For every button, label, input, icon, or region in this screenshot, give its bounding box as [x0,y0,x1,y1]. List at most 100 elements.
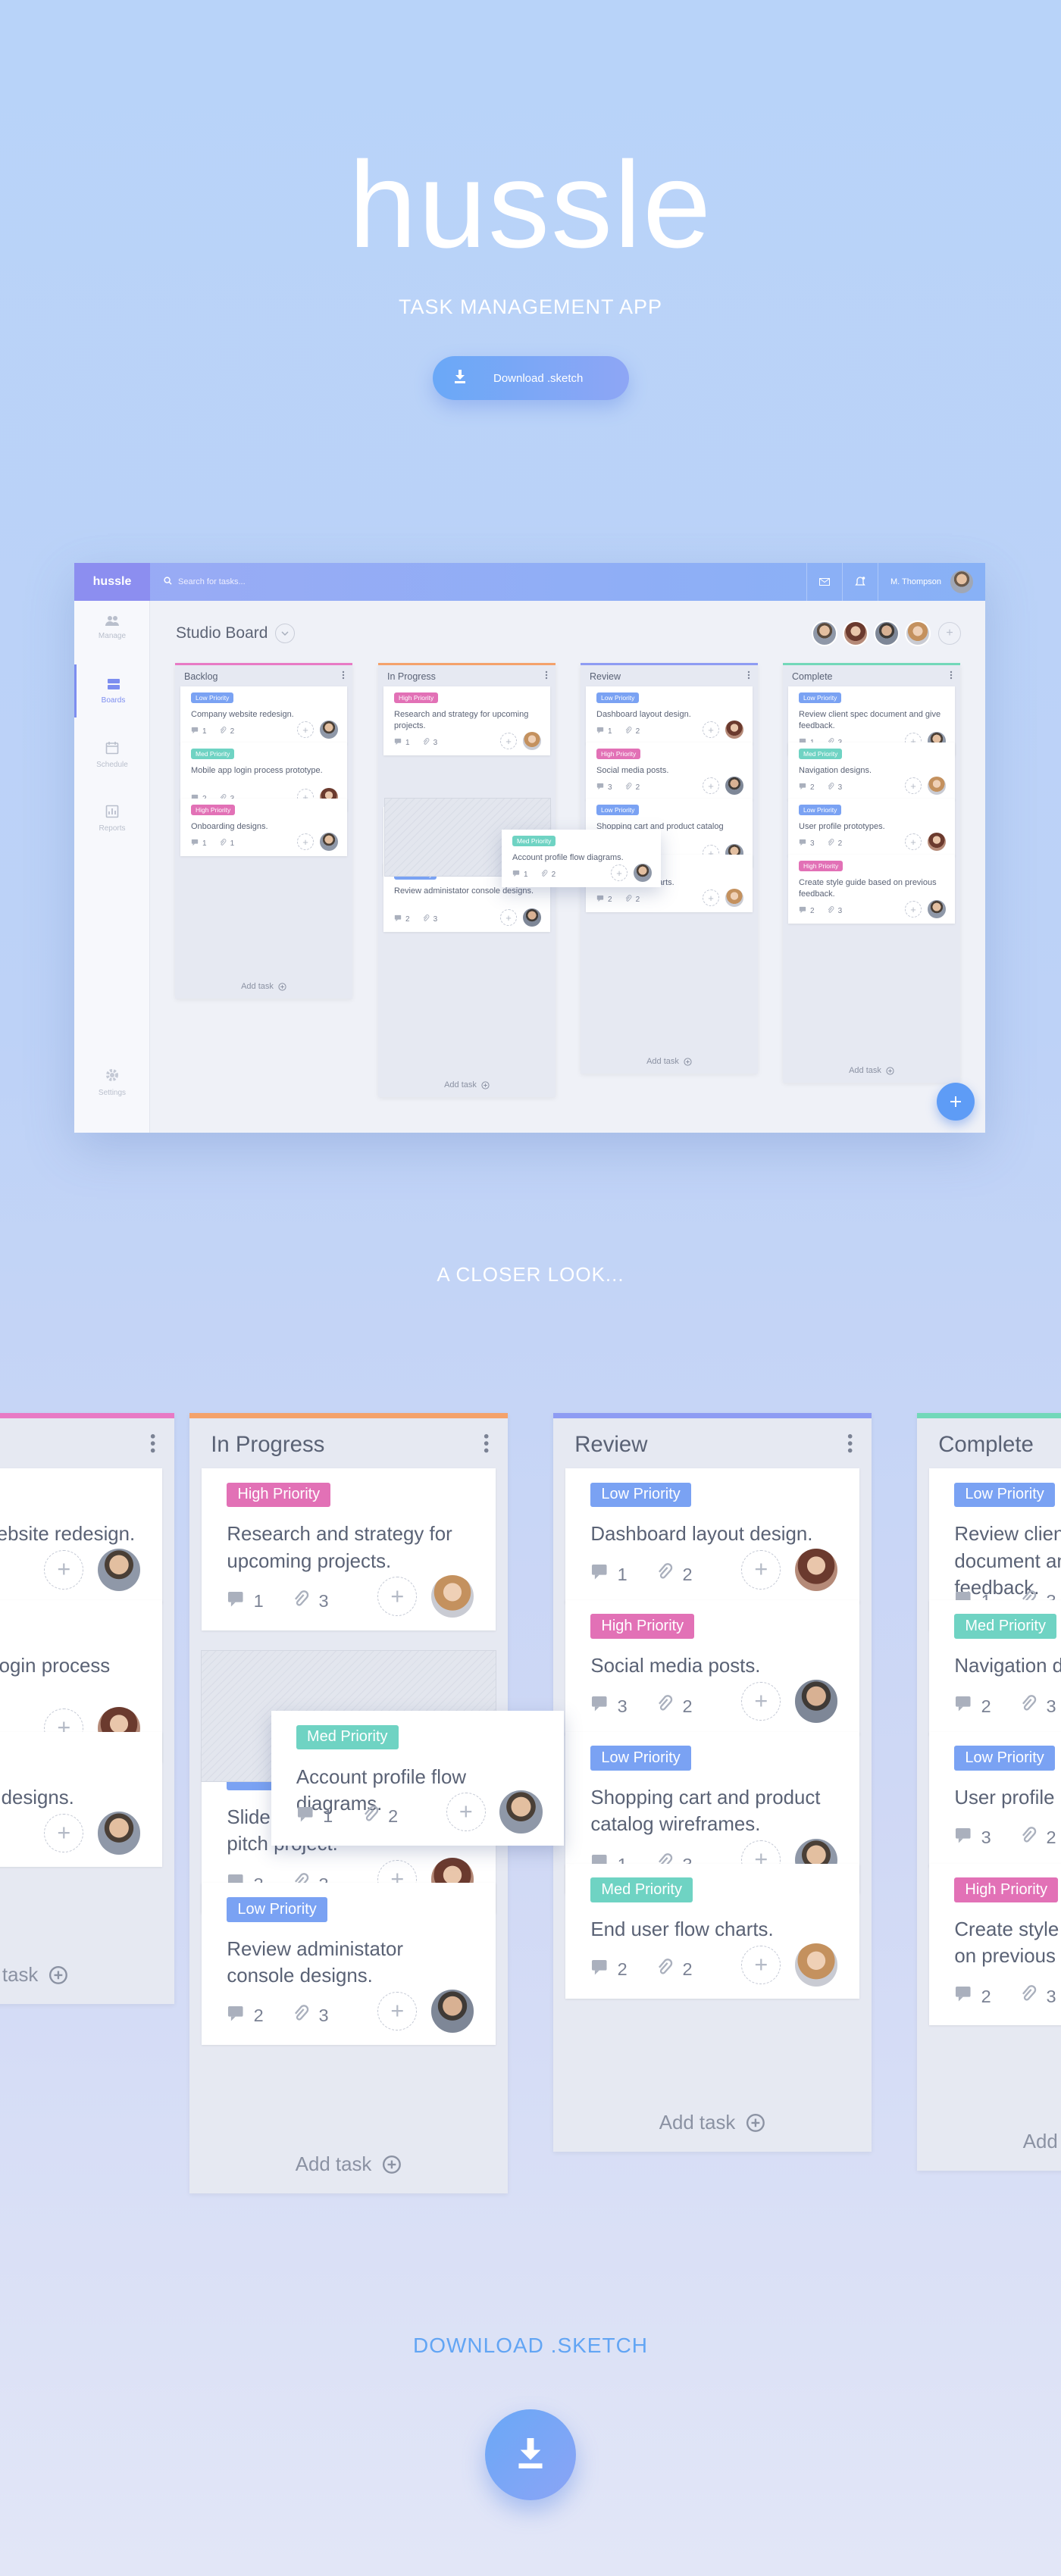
download-button[interactable]: Download .sketch [433,356,629,400]
assignee-avatar[interactable] [499,1790,543,1834]
assignee-avatar[interactable] [320,721,338,739]
comment-count: 1 [596,727,612,736]
more-vertical-icon[interactable] [545,670,548,683]
more-vertical-icon[interactable] [847,1433,853,1458]
assignee-avatar[interactable] [97,1548,141,1591]
assignee-avatar[interactable] [97,1812,141,1855]
add-button[interactable] [937,1083,975,1121]
more-vertical-icon[interactable] [950,670,953,683]
assign-button[interactable]: + [500,733,517,749]
task-card[interactable]: Med PriorityNavigation designs.23+ [788,742,955,800]
dragging-task-card[interactable]: Med Priority Account profile flow diagram… [271,1711,564,1846]
add-task-button[interactable]: Add task [378,1080,556,1089]
more-vertical-icon[interactable] [149,1433,156,1458]
assignee-avatar[interactable] [725,889,743,907]
brand-logo[interactable]: hussle [74,563,150,601]
add-task-button[interactable]: Add task [553,2112,872,2134]
task-card[interactable]: Low Priority Dashboard layout design. 1 2 + [586,686,753,744]
sidebar-item-schedule[interactable]: Schedule [74,728,150,781]
task-card[interactable]: High Priority Social media posts. 3 2 + [565,1599,859,1736]
add-member-button[interactable]: + [938,622,961,645]
search-icon [164,577,172,587]
assignee-avatar[interactable] [523,908,541,927]
assignee-avatar[interactable] [430,1574,474,1618]
assign-button[interactable]: + [703,889,719,906]
task-title: Company website redesign. [191,710,294,719]
member-avatar[interactable] [812,621,837,646]
assignee-avatar[interactable] [794,1548,838,1591]
task-card[interactable]: Med PriorityNavigation designs.23+ [929,1599,1061,1736]
sidebar-item-manage[interactable]: Manage [74,601,150,654]
member-avatar[interactable] [905,621,931,646]
assignee-avatar[interactable] [794,1943,838,1987]
assign-button[interactable]: + [500,909,517,926]
assignee-avatar[interactable] [725,721,743,739]
task-card[interactable]: Low PriorityCompany website redesign.12+ [180,686,347,744]
assignee-avatar[interactable] [430,1990,474,2033]
task-card[interactable]: High Priority Create style guide based on… [788,855,955,924]
download-circle-button[interactable] [485,2409,576,2500]
task-card[interactable]: Med PriorityEnd user flow charts.22+ [565,1863,859,1999]
member-avatar[interactable] [843,621,869,646]
comment-count-value: 2 [405,915,410,924]
assignee-avatar[interactable] [794,1680,838,1723]
assign-button[interactable]: + [703,721,719,738]
sidebar-item-settings[interactable]: Settings [74,1055,150,1108]
more-vertical-icon[interactable] [342,670,345,683]
task-card[interactable]: Low Priority Review administator console … [202,1883,496,2046]
assign-button[interactable]: + [377,1991,418,2031]
user-menu[interactable]: M. Thompson [877,563,985,601]
sidebar-item-reports[interactable]: Reports [74,792,150,845]
task-card[interactable]: High Priority Create style guide based on… [929,1863,1061,2026]
task-card[interactable]: High Priority Social media posts. 3 2 + [586,742,753,800]
add-task-button[interactable]: Add task [189,2154,508,2176]
member-avatar[interactable] [874,621,900,646]
attachment-count: 2 [656,1695,693,1718]
assign-button[interactable]: + [741,1945,781,1985]
assign-button[interactable]: + [741,1549,781,1590]
add-task-button[interactable]: Add task [917,2131,1061,2153]
add-task-button[interactable]: Add task [581,1057,758,1066]
assignee-avatar[interactable] [928,900,946,918]
assignee-avatar[interactable] [928,777,946,795]
add-task-button[interactable]: Add task [175,982,352,991]
assign-button[interactable]: + [905,901,922,918]
assignee-avatar[interactable] [320,833,338,851]
task-card[interactable]: Low Priority Dashboard layout design. 1 2 + [565,1468,859,1604]
chevron-down-icon[interactable] [275,624,296,643]
paperclip-icon [827,906,834,916]
assign-button[interactable]: + [377,1577,418,1616]
more-vertical-icon[interactable] [747,670,750,683]
sidebar-item-boards[interactable]: Boards [74,664,150,717]
task-card[interactable]: High Priority Research and strategy for u… [383,686,550,755]
assign-button[interactable]: + [905,777,922,794]
task-card[interactable]: Low PriorityUser profile prototypes.32+ [929,1731,1061,1868]
column-title: In Progress [211,1432,325,1458]
assignee-avatar[interactable] [928,833,946,851]
task-card[interactable]: Low PriorityUser profile prototypes.32+ [788,799,955,856]
assign-button[interactable]: + [44,1813,84,1853]
assign-button[interactable]: + [297,721,314,738]
task-meta: 32 [799,839,842,849]
task-card[interactable]: Low PriorityCompany website redesign.12+ [0,1468,162,1604]
more-vertical-icon[interactable] [483,1433,490,1458]
dragging-task-card[interactable]: Med Priority Account profile flow diagram… [502,830,661,887]
assignee-avatar[interactable] [634,864,652,882]
assignee-avatar[interactable] [725,777,743,795]
assign-button[interactable]: + [446,1792,486,1832]
assign-button[interactable]: + [703,777,719,794]
search-input[interactable]: Search for tasks... [164,563,246,601]
add-task-button[interactable]: Add task [0,1965,174,1987]
assign-button[interactable]: + [611,864,628,881]
task-card[interactable]: High PriorityOnboarding designs.11+ [180,799,347,856]
task-card[interactable]: High Priority Research and strategy for u… [202,1468,496,1630]
assign-button[interactable]: + [44,1549,84,1590]
add-task-button[interactable]: Add task [783,1066,960,1075]
assignee-avatar[interactable] [523,732,541,750]
notification-icon[interactable] [841,563,878,601]
mail-icon[interactable] [806,563,842,601]
assign-button[interactable]: + [297,833,314,850]
task-card[interactable]: High PriorityOnboarding designs.11+ [0,1731,162,1868]
assign-button[interactable]: + [741,1681,781,1721]
assign-button[interactable]: + [905,833,922,850]
